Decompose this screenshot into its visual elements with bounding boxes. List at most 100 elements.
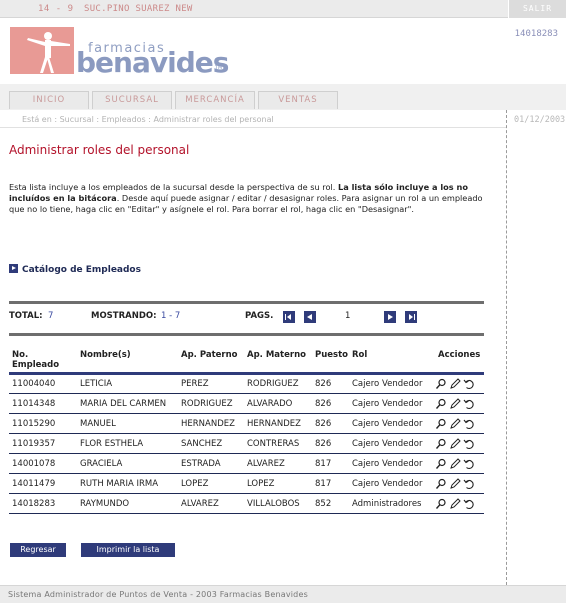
position-cell: 826 xyxy=(312,393,349,414)
view-icon[interactable] xyxy=(435,478,447,490)
table-row: 11019357 FLOR ESTHELA SANCHEZ CONTRERAS 826 C… xyxy=(9,433,484,454)
maternal-cell: HERNANDEZ xyxy=(244,413,312,434)
table-row: 11004040 LETICIA PEREZ RODRIGUEZ 826 Cajero V… xyxy=(9,373,484,394)
col-paternal: Ap. Paterno xyxy=(178,350,244,375)
brand-logo: farmacias benavides TM xyxy=(10,27,260,79)
edit-icon[interactable] xyxy=(449,437,461,450)
employee-no-cell: 14001078 xyxy=(9,453,77,474)
unassign-icon[interactable] xyxy=(463,458,475,470)
page-title: Administrar roles del personal xyxy=(9,143,190,157)
back-button[interactable]: Regresar xyxy=(10,543,66,557)
tab-sucursal[interactable]: SUCURSAL xyxy=(92,91,172,109)
name-cell: RAYMUNDO xyxy=(77,493,178,514)
edit-icon[interactable] xyxy=(449,497,461,510)
actions-cell xyxy=(435,373,484,394)
position-cell: 826 xyxy=(312,433,349,454)
maternal-cell: RODRIGUEZ xyxy=(244,373,312,394)
paternal-cell: RODRIGUEZ xyxy=(178,393,244,414)
branch-name: SUC.PINO SUAREZ NEW xyxy=(84,4,193,14)
name-cell: FLOR ESTHELA xyxy=(77,433,178,454)
name-cell: MANUEL xyxy=(77,413,178,434)
paternal-cell: ESTRADA xyxy=(178,453,244,474)
view-icon[interactable] xyxy=(435,458,447,470)
name-cell: GRACIELA xyxy=(77,453,178,474)
employee-catalog-link[interactable]: Catálogo de Empleados xyxy=(9,264,141,275)
user-id: 14018283 xyxy=(514,29,558,39)
tab-mercancia[interactable]: MERCANCÍA xyxy=(175,91,255,109)
divider xyxy=(9,301,484,304)
view-icon[interactable] xyxy=(435,498,447,510)
paternal-cell: ALVAREZ xyxy=(178,493,244,514)
maternal-cell: VILLALOBOS xyxy=(244,493,312,514)
total-label: TOTAL: xyxy=(9,311,43,321)
maternal-cell: ALVARADO xyxy=(244,393,312,414)
previous-page-button[interactable] xyxy=(304,311,316,323)
unassign-icon[interactable] xyxy=(463,478,475,490)
employee-catalog-label: Catálogo de Empleados xyxy=(22,265,141,275)
next-page-button[interactable] xyxy=(384,311,396,323)
table-row: 14011479 RUTH MARIA IRMA LOPEZ LOPEZ 817 Caje… xyxy=(9,473,484,494)
view-icon[interactable] xyxy=(435,418,447,430)
employee-no-cell: 11015290 xyxy=(9,413,77,434)
first-page-button[interactable] xyxy=(283,311,295,323)
name-cell: MARIA DEL CARMEN xyxy=(77,393,178,414)
position-cell: 826 xyxy=(312,373,349,394)
maternal-cell: LOPEZ xyxy=(244,473,312,494)
edit-icon[interactable] xyxy=(449,397,461,410)
table-row: 11015290 MANUEL HERNANDEZ HERNANDEZ 826 Cajer… xyxy=(9,413,484,434)
actions-cell xyxy=(435,413,484,434)
edit-icon[interactable] xyxy=(449,457,461,470)
employee-no-cell: 11014348 xyxy=(9,393,77,414)
table-row: 14018283 RAYMUNDO ALVAREZ VILLALOBOS 852 Admi… xyxy=(9,493,484,514)
edit-icon[interactable] xyxy=(449,477,461,490)
col-position: Puesto xyxy=(312,350,349,375)
unassign-icon[interactable] xyxy=(463,418,475,430)
employee-no-cell: 14018283 xyxy=(9,493,77,514)
intro-text: Esta lista incluye a los empleados de la… xyxy=(9,182,487,215)
view-icon[interactable] xyxy=(435,438,447,450)
position-cell: 826 xyxy=(312,413,349,434)
actions-cell xyxy=(435,393,484,414)
print-list-button[interactable]: Imprimir la lista xyxy=(81,543,175,557)
employee-no-cell: 11004040 xyxy=(9,373,77,394)
pages-label: PAGS. xyxy=(245,311,274,321)
logo-big-text: benavides xyxy=(76,46,229,79)
position-cell: 817 xyxy=(312,473,349,494)
breadcrumb-item-sucursal[interactable]: Sucursal xyxy=(60,115,94,124)
logout-button[interactable]: SALIR xyxy=(508,0,566,18)
tab-ventas[interactable]: VENTAS xyxy=(258,91,338,109)
intro-text-part1: Esta lista incluye a los empleados de la… xyxy=(9,182,338,192)
col-employee-no: No. Empleado xyxy=(9,350,77,375)
current-page: 1 xyxy=(345,311,351,321)
view-icon[interactable] xyxy=(435,398,447,410)
position-cell: 817 xyxy=(312,453,349,474)
trademark-icon: TM xyxy=(215,65,223,71)
unassign-icon[interactable] xyxy=(463,498,475,510)
table-header-row: No. Empleado Nombre(s) Ap. Paterno Ap. M… xyxy=(9,350,484,375)
breadcrumb-item-empleados[interactable]: Empleados xyxy=(102,115,146,124)
edit-icon[interactable] xyxy=(449,378,461,390)
table-row: 11014348 MARIA DEL CARMEN RODRIGUEZ ALVARAD… xyxy=(9,393,484,414)
col-actions: Acciones xyxy=(435,350,484,375)
actions-cell xyxy=(435,493,484,514)
divider xyxy=(9,333,484,336)
unassign-icon[interactable] xyxy=(463,378,475,390)
tab-inicio[interactable]: INICIO xyxy=(9,91,89,109)
showing-label: MOSTRANDO: xyxy=(91,311,157,321)
unassign-icon[interactable] xyxy=(463,398,475,410)
edit-icon[interactable] xyxy=(449,417,461,430)
col-role: Rol xyxy=(349,350,435,375)
breadcrumb-prefix: Está en : xyxy=(22,115,58,124)
employee-no-cell: 14011479 xyxy=(9,473,77,494)
last-page-button[interactable] xyxy=(405,311,417,323)
col-names: Nombre(s) xyxy=(77,350,178,375)
role-cell: Cajero Vendedor xyxy=(349,373,435,394)
role-cell: Cajero Vendedor xyxy=(349,473,435,494)
unassign-icon[interactable] xyxy=(463,438,475,450)
actions-cell xyxy=(435,433,484,454)
total-value: 7 xyxy=(48,311,54,321)
view-icon[interactable] xyxy=(435,378,447,390)
name-cell: LETICIA xyxy=(77,373,178,394)
paternal-cell: PEREZ xyxy=(178,373,244,394)
breadcrumb-separator: : xyxy=(148,115,151,124)
